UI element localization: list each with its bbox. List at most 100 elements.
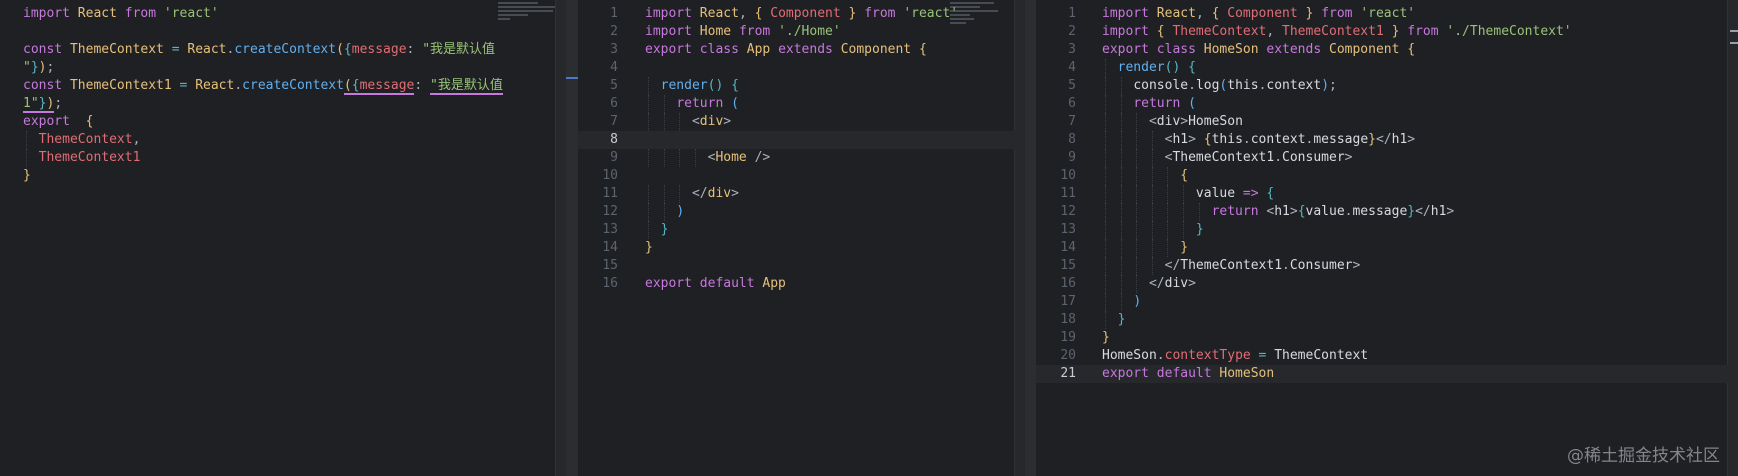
code-line[interactable]: export { bbox=[0, 113, 566, 131]
code-area[interactable]: 1 import React, { Component } from 'react… bbox=[578, 5, 1025, 293]
pane-divider[interactable] bbox=[566, 0, 578, 476]
code-token: > bbox=[1180, 114, 1189, 129]
code-text: } bbox=[1102, 329, 1110, 347]
editor-pane-homeson[interactable]: 1 import React, { Component } from 'react… bbox=[1036, 0, 1738, 476]
code-token: ThemeContext1 bbox=[69, 78, 180, 93]
code-token: App bbox=[746, 42, 779, 57]
code-text: { bbox=[1102, 167, 1188, 185]
line-number: 18 bbox=[1060, 312, 1076, 327]
code-line[interactable]: 10 bbox=[578, 167, 1025, 185]
code-area[interactable]: 1 import React, { Component } from 'react… bbox=[1036, 5, 1738, 383]
code-line[interactable]: 10 { bbox=[1036, 167, 1738, 185]
code-token: : bbox=[406, 42, 423, 57]
line-number: 7 bbox=[1068, 114, 1076, 129]
code-token: ThemeContext1 bbox=[1282, 24, 1392, 39]
code-line[interactable]: 2 import Home from './Home' bbox=[578, 23, 1025, 41]
code-token: message bbox=[1313, 132, 1369, 147]
code-line[interactable]: 1 import React, { Component } from 'react… bbox=[1036, 5, 1738, 23]
code-line[interactable]: const ThemeContext1 = React.createContex… bbox=[0, 77, 566, 95]
code-token: const bbox=[23, 42, 70, 57]
code-line[interactable]: 8 <h1> {this.context.message}</h1> bbox=[1036, 131, 1738, 149]
code-line[interactable]: 2 import { ThemeContext, ThemeContext1 } … bbox=[1036, 23, 1738, 41]
code-text: import React, { Component } from 'react' bbox=[1102, 5, 1415, 23]
code-token: { bbox=[1297, 204, 1306, 219]
code-token: ( bbox=[343, 78, 352, 95]
code-line[interactable]: 7 <div> bbox=[578, 113, 1025, 131]
code-line[interactable]: 15 bbox=[578, 257, 1025, 275]
code-token: . bbox=[1242, 132, 1251, 147]
code-line[interactable]: 17 ) bbox=[1036, 293, 1738, 311]
code-line[interactable]: 14 } bbox=[1036, 239, 1738, 257]
code-line[interactable]: 13 } bbox=[1036, 221, 1738, 239]
line-number: 7 bbox=[610, 114, 618, 129]
code-token: < bbox=[691, 114, 700, 129]
code-line[interactable]: 4 render() { bbox=[1036, 59, 1738, 77]
code-line[interactable]: import React from 'react' bbox=[0, 5, 566, 23]
code-line[interactable]: ThemeContext1 bbox=[0, 149, 566, 167]
code-line[interactable]: 16 </div> bbox=[1036, 275, 1738, 293]
code-token: this bbox=[1211, 132, 1243, 147]
code-line[interactable]: 16 export default App bbox=[578, 275, 1025, 293]
code-line[interactable]: 20 HomeSon.contextType = ThemeContext bbox=[1036, 347, 1738, 365]
code-line[interactable]: 5 render() { bbox=[578, 77, 1025, 95]
line-number: 4 bbox=[610, 60, 618, 75]
code-token: React bbox=[699, 6, 739, 21]
code-line[interactable]: 1 import React, { Component } from 'react… bbox=[578, 5, 1025, 23]
code-token: ThemeContext bbox=[69, 42, 172, 57]
code-token: extends bbox=[1266, 42, 1329, 57]
code-line[interactable]: 15 </ThemeContext1.Consumer> bbox=[1036, 257, 1738, 275]
code-line[interactable]: const ThemeContext = React.createContext… bbox=[0, 41, 566, 59]
code-token: from bbox=[864, 6, 904, 21]
code-line[interactable]: "}); bbox=[0, 59, 566, 77]
line-number: 9 bbox=[610, 150, 618, 165]
code-line[interactable]: 1"}); bbox=[0, 95, 566, 113]
line-number: 4 bbox=[1068, 60, 1076, 75]
code-token: . bbox=[1188, 78, 1196, 93]
code-token: { bbox=[1188, 60, 1196, 75]
code-line[interactable]: 14} bbox=[578, 239, 1025, 257]
line-number: 10 bbox=[602, 168, 618, 183]
code-line[interactable]: 4 bbox=[578, 59, 1025, 77]
code-token: value bbox=[1305, 204, 1345, 219]
code-text: } bbox=[645, 239, 653, 257]
pane-divider[interactable] bbox=[1025, 0, 1036, 476]
code-line[interactable]: 11 </div> bbox=[578, 185, 1025, 203]
code-token: this bbox=[1227, 78, 1259, 93]
code-text: return <h1>{value.message}</h1> bbox=[1102, 203, 1455, 221]
code-line[interactable]: 9 <ThemeContext1.Consumer> bbox=[1036, 149, 1738, 167]
code-line[interactable]: 19} bbox=[1036, 329, 1738, 347]
code-line[interactable]: ThemeContext, bbox=[0, 131, 566, 149]
code-token: HomeSon bbox=[1219, 366, 1275, 381]
code-line[interactable]: 6 return ( bbox=[578, 95, 1025, 113]
code-line[interactable]: 8 bbox=[578, 131, 1025, 149]
code-text: } bbox=[1102, 311, 1126, 329]
code-token: > bbox=[1188, 132, 1204, 147]
code-line[interactable]: 7 <div>HomeSon bbox=[1036, 113, 1738, 131]
code-token: React bbox=[77, 6, 125, 21]
code-token: App bbox=[762, 276, 786, 291]
code-token: ThemeContext1 bbox=[1172, 150, 1275, 165]
code-text: export default HomeSon bbox=[1102, 365, 1274, 383]
editor-pane-app[interactable]: 1 import React, { Component } from 'react… bbox=[578, 0, 1025, 476]
code-line[interactable]: 13 } bbox=[578, 221, 1025, 239]
code-line[interactable]: 11 value => { bbox=[1036, 185, 1738, 203]
code-line[interactable]: 9 <Home /> bbox=[578, 149, 1025, 167]
code-line[interactable]: 12 ) bbox=[578, 203, 1025, 221]
code-line[interactable]: 5 console.log(this.context); bbox=[1036, 77, 1738, 95]
code-token: div bbox=[707, 186, 732, 201]
code-token: , bbox=[1266, 24, 1283, 39]
code-line[interactable]: 6 return ( bbox=[1036, 95, 1738, 113]
code-token: h1 bbox=[1274, 204, 1290, 219]
code-line[interactable]: } bbox=[0, 167, 566, 185]
code-line[interactable]: 3 export class HomeSon extends Component … bbox=[1036, 41, 1738, 59]
code-line[interactable]: 12 return <h1>{value.message}</h1> bbox=[1036, 203, 1738, 221]
code-token: Component bbox=[1329, 42, 1408, 57]
code-line[interactable]: 18 } bbox=[1036, 311, 1738, 329]
code-token: Component bbox=[840, 42, 919, 57]
code-line[interactable] bbox=[0, 23, 566, 41]
code-area[interactable]: import React from 'react' const ThemeCont… bbox=[0, 5, 566, 185]
code-line[interactable]: 3 export class App extends Component { bbox=[578, 41, 1025, 59]
editor-pane-theme-context[interactable]: import React from 'react' const ThemeCont… bbox=[0, 0, 566, 476]
code-line[interactable]: 21 export default HomeSon bbox=[1036, 365, 1738, 383]
